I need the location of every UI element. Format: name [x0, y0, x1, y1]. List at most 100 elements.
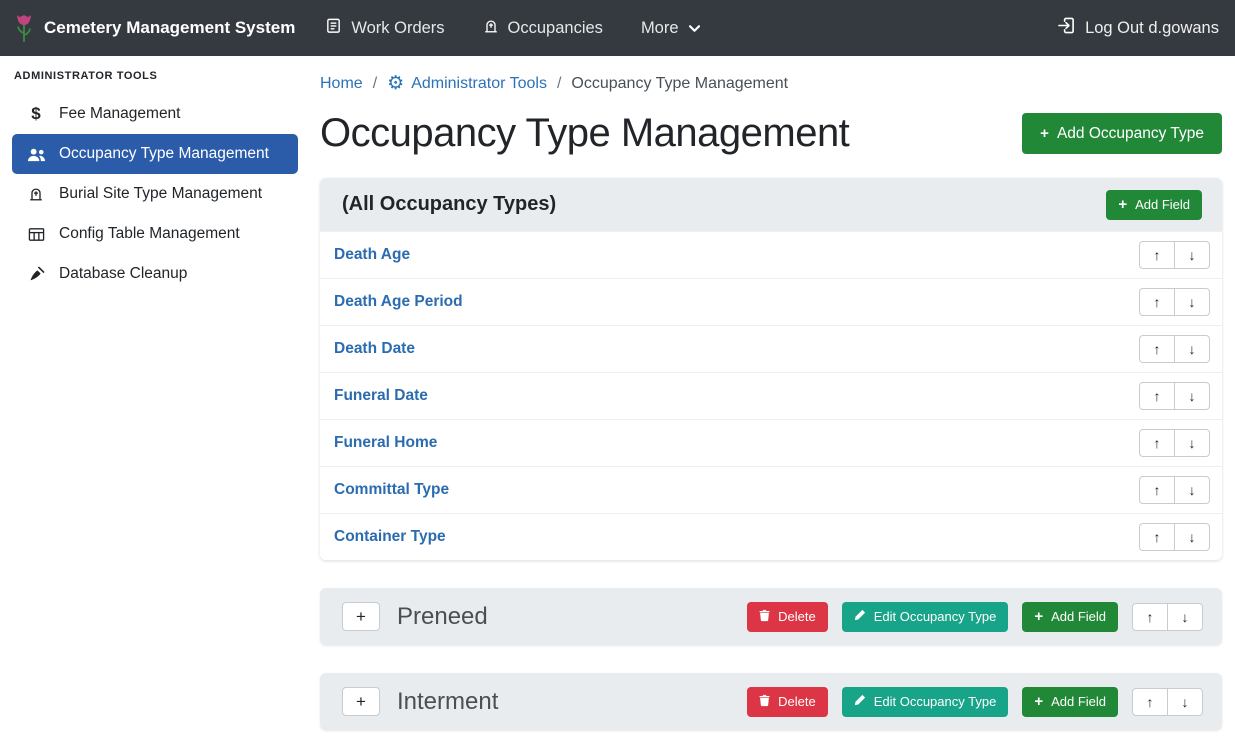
logout-icon: [1057, 17, 1076, 39]
section-bar-preneed: + Preneed Delete: [320, 588, 1222, 645]
move-down-button[interactable]: ↓: [1174, 241, 1210, 269]
tombstone-icon: [483, 18, 499, 39]
arrow-down-icon: ↓: [1189, 389, 1196, 403]
arrow-down-icon: ↓: [1189, 295, 1196, 309]
field-link-death-date[interactable]: Death Date: [334, 340, 415, 358]
sidebar-item-occupancy-type-management[interactable]: Occupancy Type Management: [12, 134, 298, 174]
nav-work-orders-label: Work Orders: [351, 19, 444, 38]
plus-icon: +: [356, 607, 366, 627]
section-title: Interment: [397, 688, 498, 716]
reorder-group: ↑ ↓: [1139, 241, 1210, 269]
breadcrumb-home-link[interactable]: Home: [320, 75, 363, 93]
field-link-death-age-period[interactable]: Death Age Period: [334, 293, 463, 311]
delete-button[interactable]: Delete: [747, 602, 828, 632]
arrow-down-icon: ↓: [1182, 610, 1189, 624]
add-occupancy-type-button[interactable]: + Add Occupancy Type: [1022, 113, 1222, 154]
edit-occupancy-type-button[interactable]: Edit Occupancy Type: [842, 602, 1009, 632]
sidebar-item-config-table-management[interactable]: Config Table Management: [12, 214, 298, 254]
logout-button[interactable]: Log Out d.gowans: [1057, 17, 1219, 39]
arrow-up-icon: ↑: [1154, 436, 1161, 450]
app-title: Cemetery Management System: [44, 18, 295, 38]
move-up-button[interactable]: ↑: [1139, 335, 1175, 363]
move-up-button[interactable]: ↑: [1132, 688, 1168, 716]
breadcrumb-separator: /: [373, 75, 377, 93]
app-brand[interactable]: Cemetery Management System: [14, 14, 295, 43]
arrow-up-icon: ↑: [1154, 342, 1161, 356]
add-field-button[interactable]: + Add Field: [1022, 602, 1118, 632]
move-down-button[interactable]: ↓: [1174, 476, 1210, 504]
all-occupancy-types-header: (All Occupancy Types) + Add Field: [320, 178, 1222, 231]
sidebar-item-label: Occupancy Type Management: [59, 145, 269, 163]
arrow-up-icon: ↑: [1154, 295, 1161, 309]
field-row: Container Type ↑ ↓: [320, 513, 1222, 560]
arrow-down-icon: ↓: [1189, 248, 1196, 262]
logout-label: Log Out d.gowans: [1085, 19, 1219, 38]
breadcrumb-separator: /: [557, 75, 561, 93]
sidebar-heading: ADMINISTRATOR TOOLS: [12, 66, 298, 94]
page-title: Occupancy Type Management: [320, 111, 849, 156]
move-up-button[interactable]: ↑: [1139, 382, 1175, 410]
sidebar-item-database-cleanup[interactable]: Database Cleanup: [12, 254, 298, 294]
delete-label: Delete: [778, 609, 816, 624]
delete-button[interactable]: Delete: [747, 687, 828, 717]
top-navbar: Cemetery Management System Work Orders: [0, 0, 1235, 56]
arrow-up-icon: ↑: [1154, 248, 1161, 262]
sidebar-item-fee-management[interactable]: $ Fee Management: [12, 94, 298, 134]
breadcrumb-admin-tools-link[interactable]: ⚙ Administrator Tools: [387, 74, 547, 93]
plus-icon: +: [1118, 197, 1127, 212]
page-layout: ADMINISTRATOR TOOLS $ Fee Management Occ…: [0, 56, 1235, 738]
field-link-committal-type[interactable]: Committal Type: [334, 481, 449, 499]
plus-icon: +: [1040, 126, 1049, 141]
move-down-button[interactable]: ↓: [1174, 335, 1210, 363]
expand-button[interactable]: +: [342, 687, 380, 716]
all-occupancy-types-title: (All Occupancy Types): [342, 193, 556, 216]
move-down-button[interactable]: ↓: [1167, 688, 1203, 716]
move-up-button[interactable]: ↑: [1139, 476, 1175, 504]
nav-more[interactable]: More: [641, 19, 701, 38]
breadcrumb: Home / ⚙ Administrator Tools / Occupancy…: [320, 70, 1222, 97]
arrow-up-icon: ↑: [1154, 530, 1161, 544]
expand-button[interactable]: +: [342, 602, 380, 631]
move-down-button[interactable]: ↓: [1174, 429, 1210, 457]
tombstone-icon: [26, 186, 46, 202]
plus-icon: +: [1034, 609, 1043, 624]
nav-occupancies[interactable]: Occupancies: [483, 18, 603, 39]
chevron-down-icon: [688, 19, 701, 38]
edit-occupancy-type-button[interactable]: Edit Occupancy Type: [842, 687, 1009, 717]
sidebar-item-label: Config Table Management: [59, 225, 240, 243]
move-up-button[interactable]: ↑: [1139, 429, 1175, 457]
add-field-button[interactable]: + Add Field: [1106, 190, 1202, 220]
trash-icon: [759, 609, 770, 625]
arrow-up-icon: ↑: [1147, 610, 1154, 624]
field-link-death-age[interactable]: Death Age: [334, 246, 410, 264]
move-up-button[interactable]: ↑: [1132, 603, 1168, 631]
field-link-funeral-home[interactable]: Funeral Home: [334, 434, 437, 452]
table-icon: [26, 227, 46, 242]
reorder-group: ↑ ↓: [1139, 288, 1210, 316]
section-title: Preneed: [397, 603, 488, 631]
sidebar-item-burial-site-type-management[interactable]: Burial Site Type Management: [12, 174, 298, 214]
nav-work-orders[interactable]: Work Orders: [325, 17, 444, 39]
field-row: Death Age Period ↑ ↓: [320, 278, 1222, 325]
arrow-up-icon: ↑: [1147, 695, 1154, 709]
add-field-label: Add Field: [1135, 197, 1190, 212]
move-up-button[interactable]: ↑: [1139, 288, 1175, 316]
reorder-group: ↑ ↓: [1139, 382, 1210, 410]
move-up-button[interactable]: ↑: [1139, 523, 1175, 551]
move-up-button[interactable]: ↑: [1139, 241, 1175, 269]
sidebar: ADMINISTRATOR TOOLS $ Fee Management Occ…: [0, 56, 308, 738]
move-down-button[interactable]: ↓: [1174, 523, 1210, 551]
edit-occupancy-type-label: Edit Occupancy Type: [874, 694, 997, 709]
move-down-button[interactable]: ↓: [1174, 382, 1210, 410]
field-link-funeral-date[interactable]: Funeral Date: [334, 387, 428, 405]
navbar-links: Work Orders Occupancies More: [325, 17, 700, 39]
move-down-button[interactable]: ↓: [1167, 603, 1203, 631]
breadcrumb-current: Occupancy Type Management: [571, 75, 788, 93]
add-field-button[interactable]: + Add Field: [1022, 687, 1118, 717]
edit-occupancy-type-label: Edit Occupancy Type: [874, 609, 997, 624]
field-link-container-type[interactable]: Container Type: [334, 528, 446, 546]
move-down-button[interactable]: ↓: [1174, 288, 1210, 316]
arrow-up-icon: ↑: [1154, 389, 1161, 403]
arrow-up-icon: ↑: [1154, 483, 1161, 497]
section-actions: Delete Edit Occupancy Type + Add Field ↑…: [747, 602, 1203, 632]
